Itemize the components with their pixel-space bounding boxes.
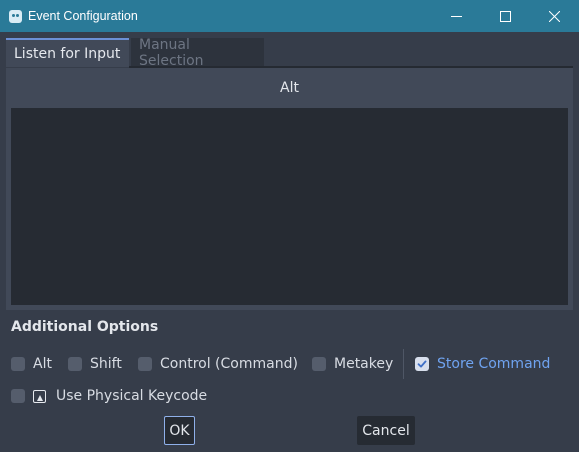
event-listener-area[interactable] [11, 108, 568, 305]
checkbox-unchecked-icon [312, 357, 326, 371]
checkbox-unchecked-icon [138, 357, 152, 371]
checkbox-unchecked-icon [11, 389, 25, 403]
additional-options-title: Additional Options [11, 319, 159, 335]
shift-label: Shift [90, 356, 122, 372]
close-button[interactable] [530, 0, 579, 32]
store-command-checkbox[interactable]: Store Command [415, 352, 550, 376]
ok-button[interactable]: OK [164, 416, 195, 445]
alt-label: Alt [33, 356, 52, 372]
checkbox-unchecked-icon [68, 357, 82, 371]
metakey-checkbox[interactable]: Metakey [312, 352, 393, 376]
control-checkbox[interactable]: Control (Command) [138, 352, 298, 376]
listen-panel: Alt [6, 68, 573, 310]
metakey-label: Metakey [334, 356, 394, 372]
store-command-label: Store Command [437, 356, 551, 372]
maximize-button[interactable] [481, 0, 530, 32]
alt-checkbox[interactable]: Alt [11, 352, 52, 376]
window-title: Event Configuration [28, 9, 138, 23]
minimize-button[interactable] [432, 0, 481, 32]
tab-bar: Listen for Input Manual Selection [6, 37, 573, 69]
keyboard-physical-icon [33, 389, 46, 403]
control-label: Control (Command) [160, 356, 298, 372]
checkbox-unchecked-icon [11, 357, 25, 371]
tab-listen-for-input[interactable]: Listen for Input [6, 38, 129, 67]
physical-keycode-checkbox[interactable]: Use Physical Keycode [11, 384, 207, 408]
physical-keycode-label: Use Physical Keycode [56, 388, 208, 404]
close-icon [549, 10, 560, 22]
maximize-icon [500, 10, 511, 22]
title-bar[interactable]: Event Configuration [0, 0, 579, 32]
godot-icon [9, 9, 22, 23]
options-separator [403, 349, 404, 379]
cancel-button[interactable]: Cancel [357, 416, 415, 445]
minimize-icon [451, 15, 462, 17]
checkbox-checked-icon [415, 357, 429, 371]
tab-manual-selection[interactable]: Manual Selection [131, 37, 264, 69]
shift-checkbox[interactable]: Shift [68, 352, 122, 376]
current-event-label: Alt [280, 80, 299, 96]
